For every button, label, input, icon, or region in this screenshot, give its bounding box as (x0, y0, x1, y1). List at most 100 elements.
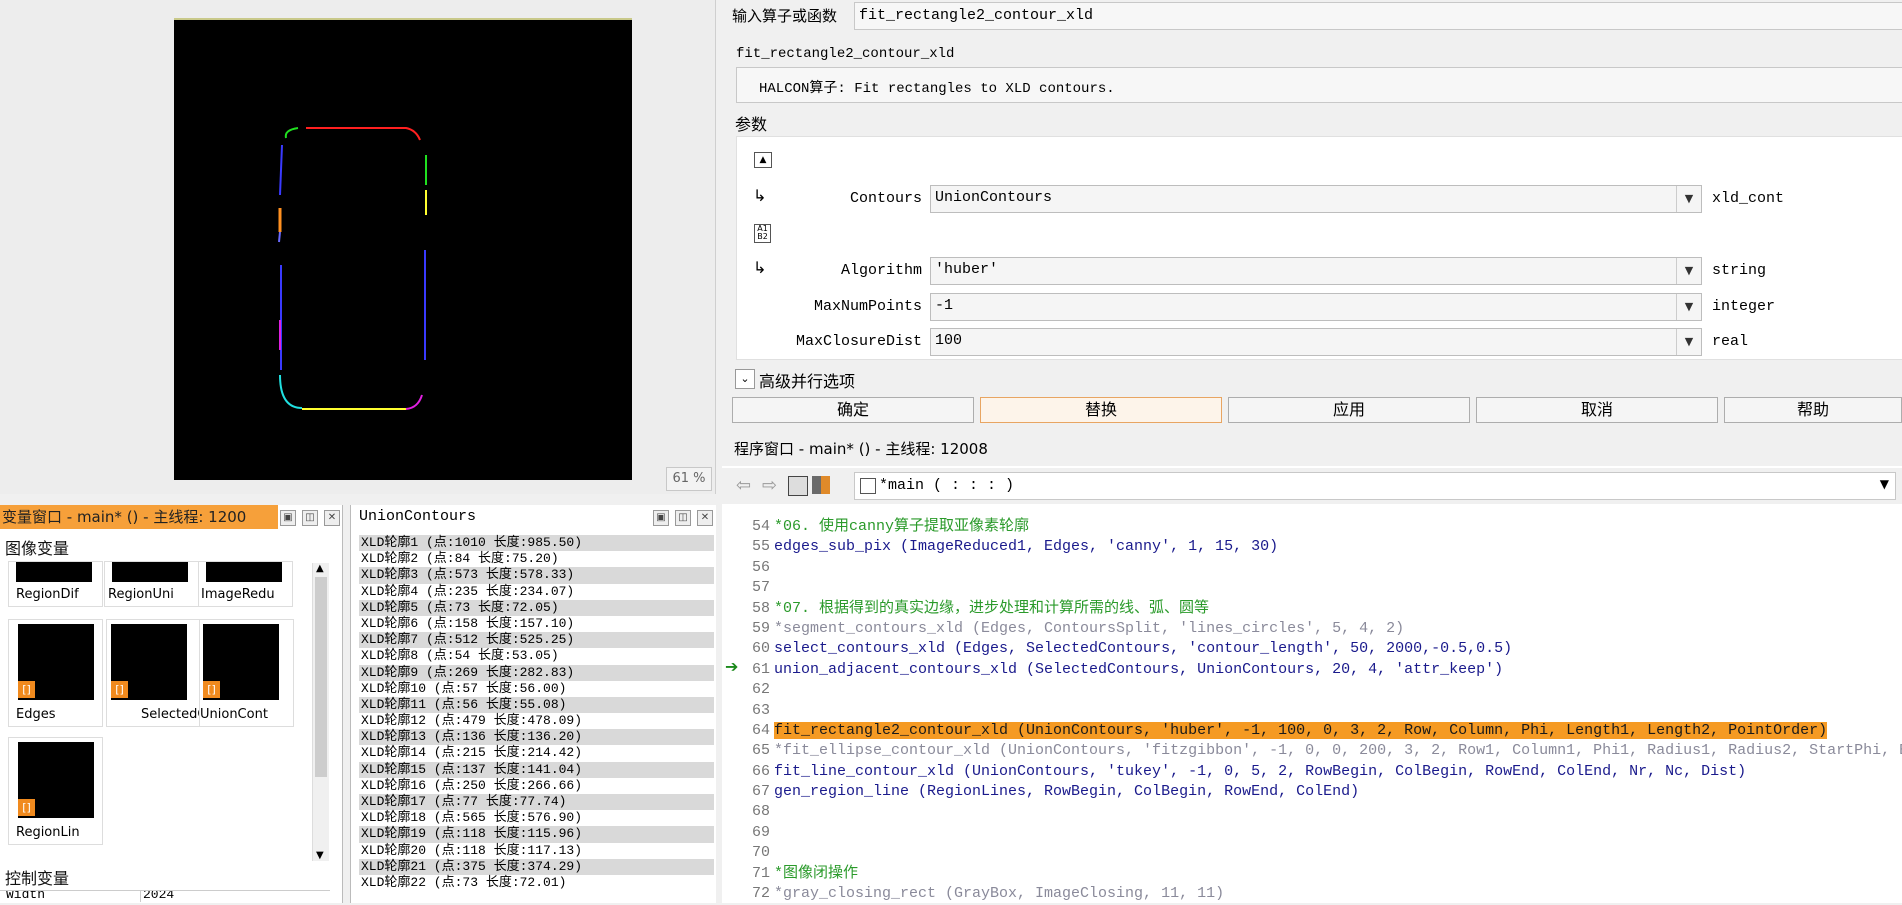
code-line[interactable]: 70 (742, 841, 1902, 861)
line-number: 54 (751, 518, 770, 535)
float-icon[interactable]: ◫ (675, 510, 691, 526)
contour-list-row[interactable]: XLD轮廓16 (点:250 长度:266.66) (359, 778, 714, 794)
code-editor[interactable]: 54 *06. 使用canny算子提取亚像素轮廓 55 edges_sub_pix (… (742, 515, 1902, 903)
contour-list-row[interactable]: XLD轮廓9 (点:269 长度:282.83) (359, 664, 714, 681)
code-line[interactable]: 68 (742, 800, 1902, 820)
advanced-options-label[interactable]: 高级并行选项 (759, 368, 855, 392)
thumb-union-cont[interactable]: [] UnionCont (199, 619, 294, 727)
breakpoint-gutter[interactable]: ➔ (722, 506, 742, 903)
code-line[interactable]: 64 fit_rectangle2_contour_xld (UnionConto… (742, 719, 1902, 739)
code-line[interactable]: 60 select_contours_xld (Edges, SelectedCo… (742, 637, 1902, 657)
grid-view-icon[interactable] (812, 476, 830, 494)
clipboard-icon[interactable] (788, 476, 808, 496)
close-icon[interactable]: ✕ (324, 510, 340, 526)
contour-left-blue2 (278, 231, 281, 243)
code-line[interactable]: 65 *fit_ellipse_contour_xld (UnionContour… (742, 739, 1902, 759)
contour-list-row[interactable]: XLD轮廓22 (点:73 长度:72.01) (359, 875, 714, 891)
code-line[interactable]: 54 *06. 使用canny算子提取亚像素轮廓 (742, 515, 1902, 535)
code-line[interactable]: 63 (742, 699, 1902, 719)
code-line[interactable]: 59 *segment_contours_xld (Edges, Contours… (742, 617, 1902, 637)
close-icon[interactable]: ✕ (697, 510, 713, 526)
param-combo-maxnumpoints[interactable]: -1 ▼ (930, 293, 1702, 321)
code-line[interactable]: 62 (742, 678, 1902, 698)
zoom-indicator[interactable]: 61 % (666, 467, 712, 491)
float-icon[interactable]: ◫ (302, 510, 318, 526)
contour-list-row[interactable]: XLD轮廓3 (点:573 长度:578.33) (359, 567, 714, 584)
union-contours-window[interactable]: UnionContours ▣ ◫ ✕ XLD轮廓1 (点:1010 长度:98… (350, 505, 716, 903)
param-combo-contours[interactable]: UnionContours ▼ (930, 185, 1702, 213)
pin-icon[interactable]: ▣ (280, 510, 296, 526)
contour-list-row[interactable]: XLD轮廓7 (点:512 长度:525.25) (359, 632, 714, 649)
image-vars-scrollbar[interactable]: ▲ ▼ (312, 563, 329, 861)
contour-list-row[interactable]: XLD轮廓17 (点:77 长度:77.74) (359, 794, 714, 811)
thumb-edges[interactable]: [] Edges (8, 619, 103, 727)
code-line[interactable]: 67 gen_region_line (RegionLines, RowBegin… (742, 780, 1902, 800)
thumb-image-redu[interactable]: ImageRedu (198, 561, 293, 607)
thumb-region-uni[interactable]: RegionUni (104, 561, 199, 607)
pin-icon[interactable]: ▣ (653, 510, 669, 526)
line-number: 64 (751, 721, 770, 739)
apply-button[interactable]: 应用 (1228, 397, 1470, 423)
thumb-region-dif[interactable]: RegionDif (8, 561, 103, 607)
contour-list-row[interactable]: XLD轮廓21 (点:375 长度:374.29) (359, 858, 714, 875)
contour-list-row[interactable]: XLD轮廓10 (点:57 长度:56.00) (359, 681, 714, 697)
code-line[interactable]: 58 *07. 根据得到的真实边缘，进步处理和计算所需的线、弧、圆等 (742, 597, 1902, 617)
code-text: fit_line_contour_xld (UnionContours, 'tu… (774, 762, 1747, 780)
code-line[interactable]: 72 *gray_closing_rect (GrayBox, ImageClos… (742, 882, 1902, 902)
help-button[interactable]: 帮助 (1724, 397, 1902, 423)
chevron-down-icon[interactable]: ▼ (1676, 258, 1701, 284)
contour-list-row[interactable]: XLD轮廓6 (点:158 长度:157.10) (359, 616, 714, 632)
line-number: 60 (751, 640, 770, 658)
code-text: *segment_contours_xld (Edges, ContoursSp… (774, 619, 1405, 637)
thumb-region-lin[interactable]: [] RegionLin (8, 737, 103, 845)
scroll-up-icon[interactable]: ▲ (316, 563, 324, 574)
code-line[interactable]: 55 edges_sub_pix (ImageReduced1, Edges, '… (742, 535, 1902, 555)
contour-list-row[interactable]: XLD轮廓11 (点:56 长度:55.08) (359, 696, 714, 714)
scroll-thumb[interactable] (315, 577, 327, 777)
contour-list-row[interactable]: XLD轮廓12 (点:479 长度:478.09) (359, 713, 714, 729)
operator-input-field[interactable]: fit_rectangle2_contour_xld (854, 2, 1902, 30)
procedure-selector[interactable]: *main ( : : : ) ▼ (854, 472, 1896, 500)
code-line[interactable]: 66 fit_line_contour_xld (UnionContours, '… (742, 760, 1902, 780)
ok-button[interactable]: 确定 (732, 397, 974, 423)
param-value: 'huber' (935, 261, 999, 278)
replace-button[interactable]: 替换 (980, 397, 1222, 423)
back-arrow-icon[interactable]: ⇦ (736, 475, 751, 496)
variable-window[interactable]: 变量窗口 - main* () - 主线程: 1200 ▣ ◫ ✕ 图像变量 R… (0, 505, 343, 903)
param-combo-algorithm[interactable]: 'huber' ▼ (930, 257, 1702, 285)
program-window[interactable]: 程序窗口 - main* () - 主线程: 12008 ⇦ ⇨ *main (… (722, 432, 1902, 903)
graphics-canvas[interactable] (174, 18, 632, 480)
code-line[interactable]: 56 (742, 556, 1902, 576)
operator-window[interactable]: 输入算子或函数 fit_rectangle2_contour_xld fit_r… (722, 0, 1902, 428)
cancel-button[interactable]: 取消 (1476, 397, 1718, 423)
contour-list-row[interactable]: XLD轮廓2 (点:84 长度:75.20) (359, 551, 714, 567)
contour-list-row[interactable]: XLD轮廓13 (点:136 长度:136.20) (359, 729, 714, 746)
contour-list-row[interactable]: XLD轮廓14 (点:215 长度:214.42) (359, 745, 714, 761)
variable-window-title[interactable]: 变量窗口 - main* () - 主线程: 1200 (0, 505, 278, 529)
graphics-window[interactable]: 61 % (0, 0, 716, 494)
contour-list-row[interactable]: XLD轮廓18 (点:565 长度:576.90) (359, 810, 714, 826)
contour-list-row[interactable]: XLD轮廓4 (点:235 长度:234.07) (359, 584, 714, 600)
code-line[interactable]: 71 *图像闭操作 (742, 862, 1902, 882)
code-line[interactable]: 61 union_adjacent_contours_xld (SelectedC… (742, 658, 1902, 678)
code-line[interactable]: 69 (742, 821, 1902, 841)
code-line[interactable]: 57 (742, 576, 1902, 596)
contour-list-row[interactable]: XLD轮廓5 (点:73 长度:72.05) (359, 599, 714, 616)
chevron-down-icon[interactable]: ⌄ (735, 369, 755, 389)
params-panel (736, 136, 1902, 360)
chevron-down-icon[interactable]: ▼ (1676, 329, 1701, 355)
chevron-down-icon[interactable]: ▼ (1676, 294, 1701, 320)
contour-list-row[interactable]: XLD轮廓20 (点:118 长度:117.13) (359, 843, 714, 859)
contour-list-row[interactable]: XLD轮廓15 (点:137 长度:141.04) (359, 761, 714, 778)
thumb-selected-c[interactable]: [] SelectedC (106, 619, 206, 727)
contour-list-row[interactable]: XLD轮廓19 (点:118 长度:115.96) (359, 826, 714, 843)
contour-list-row[interactable]: XLD轮廓1 (点:1010 长度:985.50) (359, 535, 714, 552)
xld-badge-icon: [] (111, 681, 128, 698)
scroll-down-icon[interactable]: ▼ (316, 850, 324, 861)
chevron-down-icon[interactable]: ▼ (1676, 186, 1701, 212)
contour-list-row[interactable]: XLD轮廓8 (点:54 长度:53.05) (359, 648, 714, 664)
contour-list[interactable]: XLD轮廓1 (点:1010 长度:985.50) XLD轮廓2 (点:84 长度… (359, 535, 714, 891)
forward-arrow-icon[interactable]: ⇨ (762, 475, 777, 496)
chevron-down-icon[interactable]: ▼ (1880, 477, 1889, 491)
param-combo-maxclosuredist[interactable]: 100 ▼ (930, 328, 1702, 356)
